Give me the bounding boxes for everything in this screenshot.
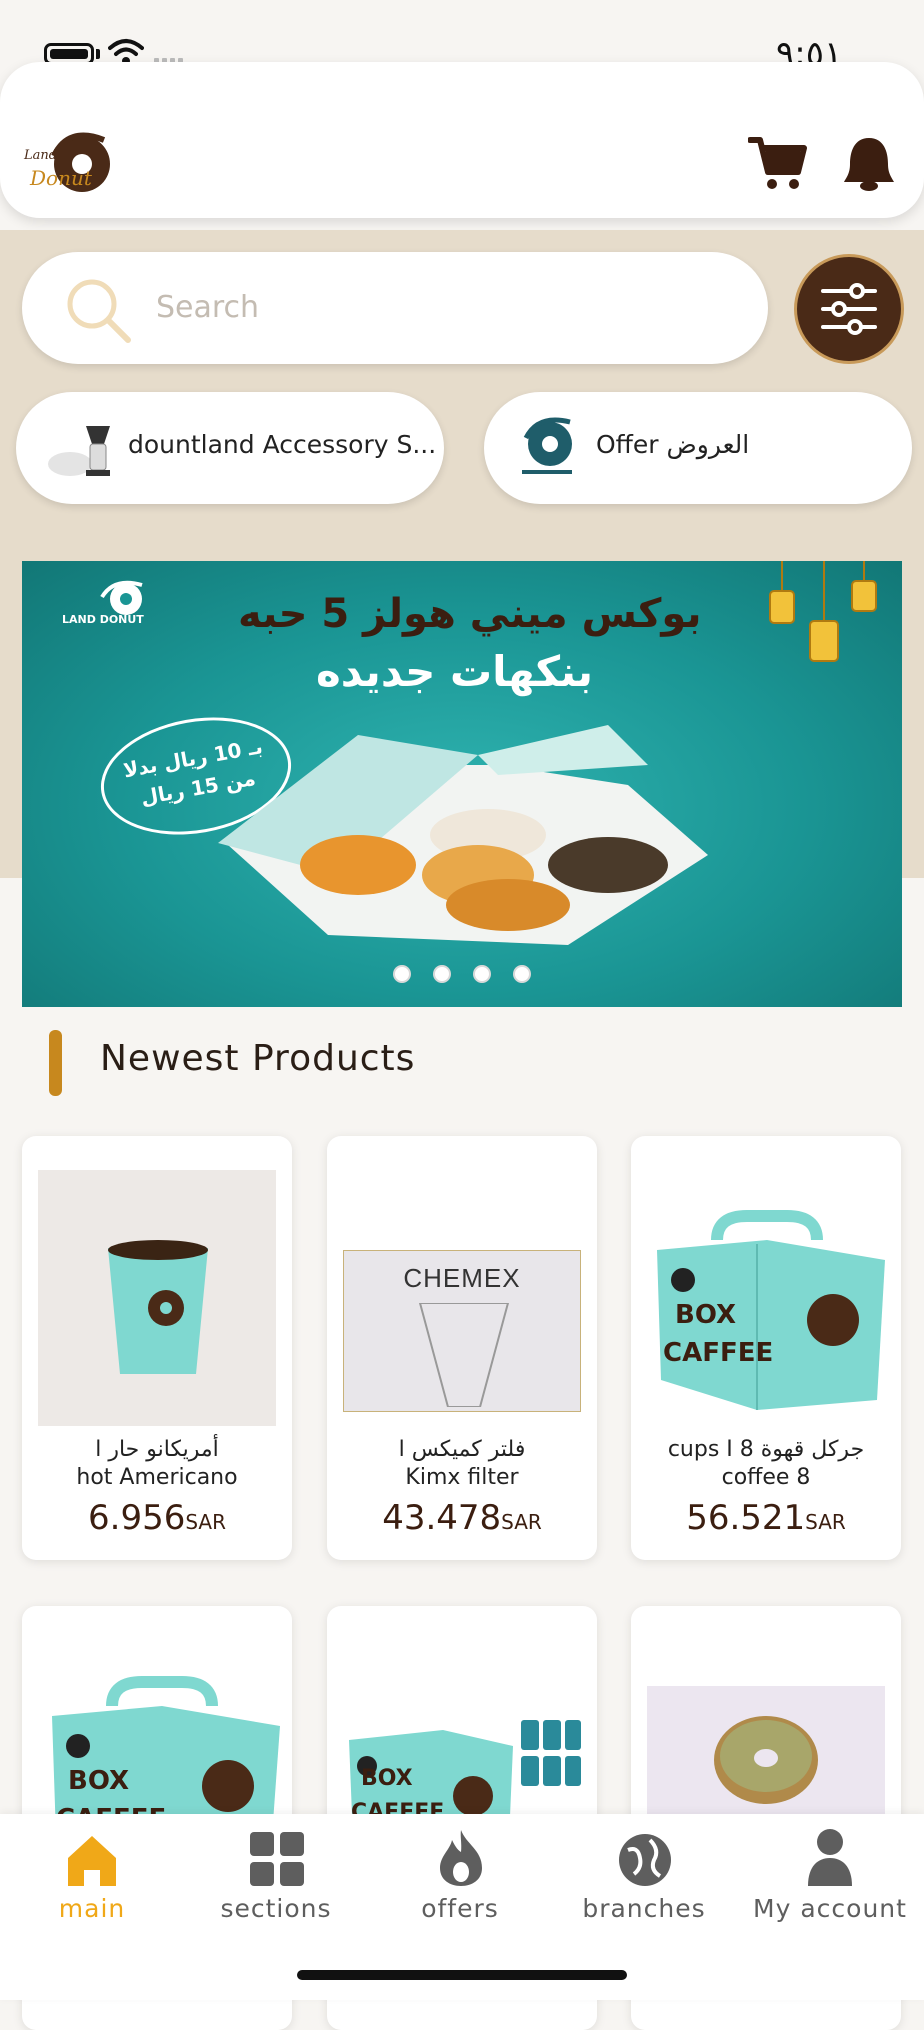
nav-label: My account (753, 1894, 907, 1923)
donut-logo-icon (522, 417, 572, 474)
product-image-text: BOX (675, 1300, 737, 1330)
banner-brand-logo: LAND DONUT (62, 575, 162, 631)
section-title: Newest Products (100, 1038, 416, 1079)
price-value: 6.956 (88, 1498, 186, 1538)
category-chip-accessory[interactable]: dountland Accessory S... (16, 392, 444, 504)
category-chip-label: Offer العروض (596, 430, 750, 459)
user-icon (808, 1829, 852, 1886)
product-image: BOX CAFFEE (647, 1170, 885, 1426)
product-image-text: BOX (68, 1766, 130, 1796)
banner-title: بوكس ميني هولز 5 حبه (238, 591, 702, 637)
product-price: 6.956SAR (22, 1498, 292, 1538)
product-image-text: BOX (361, 1766, 413, 1791)
banner-pagination (22, 965, 902, 983)
search-input[interactable]: Search (22, 252, 768, 364)
nav-main[interactable]: main (0, 1814, 184, 1954)
pagination-dot[interactable] (433, 965, 451, 983)
nav-offers[interactable]: offers (368, 1814, 552, 1954)
nav-label: branches (582, 1894, 706, 1923)
banner-subtitle: بنكهات جديده (316, 647, 594, 696)
promo-banner[interactable]: LAND DONUT بوكس ميني هولز 5 حبه بنكهات ج… (22, 561, 902, 1007)
product-card[interactable]: BOX CAFFEE cups I 8 جركل قهوة coffee 8 5… (631, 1136, 901, 1560)
cart-icon[interactable] (748, 134, 808, 192)
product-image: CHEMEX (343, 1170, 581, 1426)
grid-icon (250, 1832, 304, 1886)
brand-logo[interactable]: Land Donut (20, 126, 116, 202)
product-name-en: coffee 8 (721, 1465, 811, 1490)
category-chip-offers[interactable]: Offer العروض (484, 392, 912, 504)
search-icon (67, 279, 131, 343)
bell-icon[interactable] (842, 134, 896, 192)
fire-icon (440, 1830, 482, 1886)
logo-text-donut: Donut (30, 166, 92, 190)
product-name-ar: أمريكانو حار ا (95, 1437, 219, 1462)
coffee-dripper-icon (48, 426, 110, 476)
nav-sections[interactable]: sections (184, 1814, 368, 1954)
price-currency: SAR (805, 1510, 846, 1534)
product-image-text: CHEMEX (403, 1263, 521, 1293)
product-image (38, 1170, 276, 1426)
home-indicator[interactable] (297, 1970, 627, 1980)
logo-text-land: Land (24, 148, 58, 163)
price-value: 43.478 (382, 1498, 502, 1538)
product-name-ar: فلتر كميكس ا (398, 1437, 526, 1462)
pagination-dot[interactable] (393, 965, 411, 983)
nav-label: offers (421, 1894, 499, 1923)
price-currency: SAR (185, 1510, 226, 1534)
nav-branches[interactable]: branches (552, 1814, 736, 1954)
product-price: 56.521SAR (631, 1498, 901, 1538)
product-image (647, 1686, 885, 1826)
price-value: 56.521 (686, 1498, 806, 1538)
product-name-en: Kimx filter (405, 1465, 519, 1490)
section-accent-bar (49, 1030, 62, 1096)
pagination-dot[interactable] (513, 965, 531, 983)
sliders-icon (821, 283, 877, 335)
globe-icon (619, 1834, 671, 1886)
home-icon (68, 1836, 116, 1886)
search-placeholder: Search (156, 290, 260, 325)
filter-button[interactable] (794, 254, 904, 364)
nav-my-account[interactable]: My account (736, 1814, 924, 1954)
product-name-en: hot Americano (76, 1465, 238, 1490)
product-price: 43.478SAR (327, 1498, 597, 1538)
product-card[interactable]: CHEMEX فلتر كميكس ا Kimx filter 43.478SA… (327, 1136, 597, 1560)
product-image-text: CAFFEE (663, 1338, 774, 1368)
banner-brand-text: LAND DONUT (62, 613, 144, 626)
donut-box-image (218, 725, 708, 945)
pagination-dot[interactable] (473, 965, 491, 983)
product-card[interactable]: أمريكانو حار ا hot Americano 6.956SAR (22, 1136, 292, 1560)
lantern-icon (769, 561, 877, 662)
price-currency: SAR (501, 1510, 542, 1534)
nav-label: sections (220, 1894, 332, 1923)
nav-label: main (58, 1894, 126, 1923)
category-chip-label: dountland Accessory S... (128, 430, 437, 459)
product-name-ar: cups I 8 جركل قهوة (667, 1437, 865, 1462)
